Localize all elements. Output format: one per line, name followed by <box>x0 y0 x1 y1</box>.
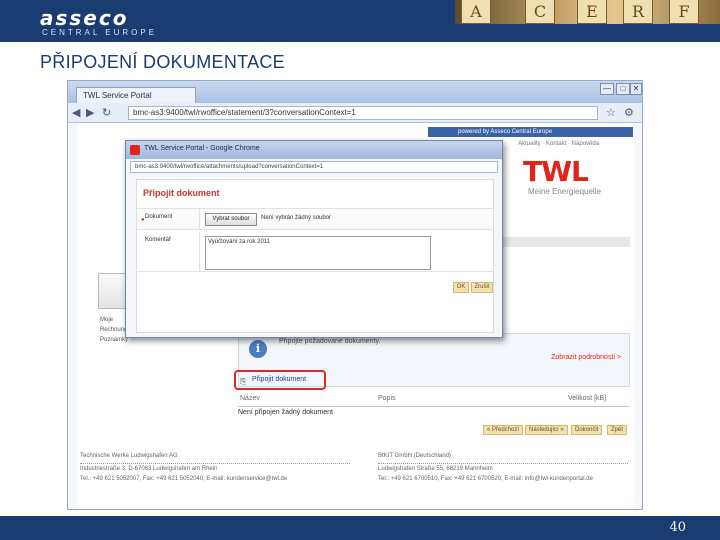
popup-window-title: TWL Service Portal - Google Chrome <box>144 145 260 152</box>
attach-document-popup: TWL Service Portal - Google Chrome bmc-a… <box>125 140 503 338</box>
next-button[interactable]: Následující » <box>525 425 568 435</box>
previous-button[interactable]: « Předchozí <box>483 425 524 435</box>
asseco-logo: asseco CENTRAL EUROPE <box>40 6 190 38</box>
column-header-description: Popis <box>378 395 396 402</box>
letter-tile: C <box>525 0 555 24</box>
popup-url-field[interactable]: bmc-as3:9400/twl/rwoffice/attachments/up… <box>130 161 498 173</box>
logo-subtitle: CENTRAL EUROPE <box>42 28 158 37</box>
maximize-icon[interactable]: □ <box>616 83 630 95</box>
document-thumbnail <box>98 273 126 309</box>
column-divider <box>199 232 200 271</box>
letter-tile: F <box>669 0 699 24</box>
info-text: Připojte požadované dokumenty. <box>279 338 381 345</box>
footer-left: Technische Werke Ludwigshafen AG Industr… <box>80 451 350 484</box>
twl-tagline: Meine Energiequelle <box>528 187 601 196</box>
comment-textarea[interactable]: Vyúčtování za rok 2011 <box>205 236 431 270</box>
footer-right: BtKIT GmbH (Deutschland) Ludwigshafen St… <box>378 451 628 484</box>
page-number: 40 <box>669 520 686 535</box>
choose-file-button[interactable]: Vybrat soubor <box>205 213 257 226</box>
popup-heading: Připojit dokument <box>143 188 220 198</box>
file-status-text: Není vybrán žádný soubor <box>261 215 332 221</box>
wrench-icon[interactable]: ⚙ <box>624 106 634 119</box>
powered-by-bar: powered by Asseco Central Europe <box>428 127 633 137</box>
slide-title: PŘIPOJENÍ DOKUMENTACE <box>40 52 285 72</box>
paperclip-icon: ⎘ <box>240 377 247 386</box>
details-link[interactable]: Zobrazit podrobnosti > <box>551 354 621 361</box>
letter-tile: E <box>577 0 607 24</box>
reload-icon[interactable]: ↻ <box>102 106 111 119</box>
ok-button[interactable]: OK <box>453 282 469 293</box>
attach-document-link[interactable]: ⎘ Připojit dokument <box>234 370 326 390</box>
pager: « Předchozí Následující » Dokončit Zpět <box>483 425 631 435</box>
minimize-icon[interactable]: — <box>600 83 614 95</box>
empty-table-message: Není připojen žádný dokument <box>238 409 333 416</box>
back-button[interactable]: Zpět <box>607 425 628 435</box>
column-header-name: Název <box>240 395 260 402</box>
slide: asseco CENTRAL EUROPE A C E R F PŘIPOJEN… <box>0 0 720 540</box>
cancel-button[interactable]: Zrušit <box>471 282 493 293</box>
document-label: Dokument <box>145 214 173 220</box>
footer-address: Ludwigshafen Straße 55, 68219 Mannheim <box>378 466 493 472</box>
back-icon[interactable]: ◀ <box>72 106 80 119</box>
letter-tile: A <box>461 0 491 24</box>
top-links[interactable]: Aktuality · Kontakt · Nápověda <box>518 141 599 147</box>
column-divider <box>199 209 200 229</box>
letter-tile: R <box>623 0 653 24</box>
finish-button[interactable]: Dokončit <box>571 425 603 435</box>
footer-company: BtKIT GmbH (Deutschland) <box>378 453 451 459</box>
column-header-size: Velikost [kB] <box>568 395 607 402</box>
documents-table-header: Název Popis Velikost [kB] <box>238 393 630 407</box>
popup-titlebar: TWL Service Portal - Google Chrome <box>126 141 502 159</box>
popup-body: Připojit dokument ● Dokument Vybrat soub… <box>136 179 494 333</box>
letter-tiles-banner: A C E R F <box>455 0 720 24</box>
footer-band: 40 <box>0 516 720 540</box>
address-bar: ◀ ▶ ↻ bmc-as3:9400/twl/rwoffice/statemen… <box>68 103 642 123</box>
document-row: ● Dokument Vybrat soubor Není vybrán žád… <box>137 208 493 230</box>
star-icon[interactable]: ☆ <box>606 106 616 119</box>
chrome-favicon-icon <box>130 145 140 155</box>
info-icon: i <box>249 340 267 358</box>
browser-tab[interactable]: TWL Service Portal <box>76 87 196 103</box>
header-band: asseco CENTRAL EUROPE A C E R F <box>0 0 720 42</box>
footer-contact: Tel.: +49 621 6700510, Fax: +49 621 6700… <box>378 476 593 482</box>
close-icon[interactable]: ✕ <box>630 83 642 95</box>
footer-address: Industriestraße 3, D-67063 Ludwigshafen … <box>80 466 218 472</box>
footer-contact: Tel.: +49 621 5052007, Fax: +49 621 5052… <box>80 476 288 482</box>
footer-company: Technische Werke Ludwigshafen AG <box>80 453 178 459</box>
comment-label: Komentář <box>145 237 172 243</box>
attach-document-label: Připojit dokument <box>252 376 307 383</box>
twl-logo: TWL <box>523 155 589 188</box>
forward-icon[interactable]: ▶ <box>86 106 94 119</box>
logo-wordmark: asseco <box>40 6 129 30</box>
comment-row: Komentář Vyúčtování za rok 2011 <box>137 232 493 272</box>
url-field[interactable]: bmc-as3:9400/twl/rwoffice/statement/3?co… <box>128 106 598 120</box>
browser-tab-bar: TWL Service Portal — □ ✕ <box>68 81 642 103</box>
